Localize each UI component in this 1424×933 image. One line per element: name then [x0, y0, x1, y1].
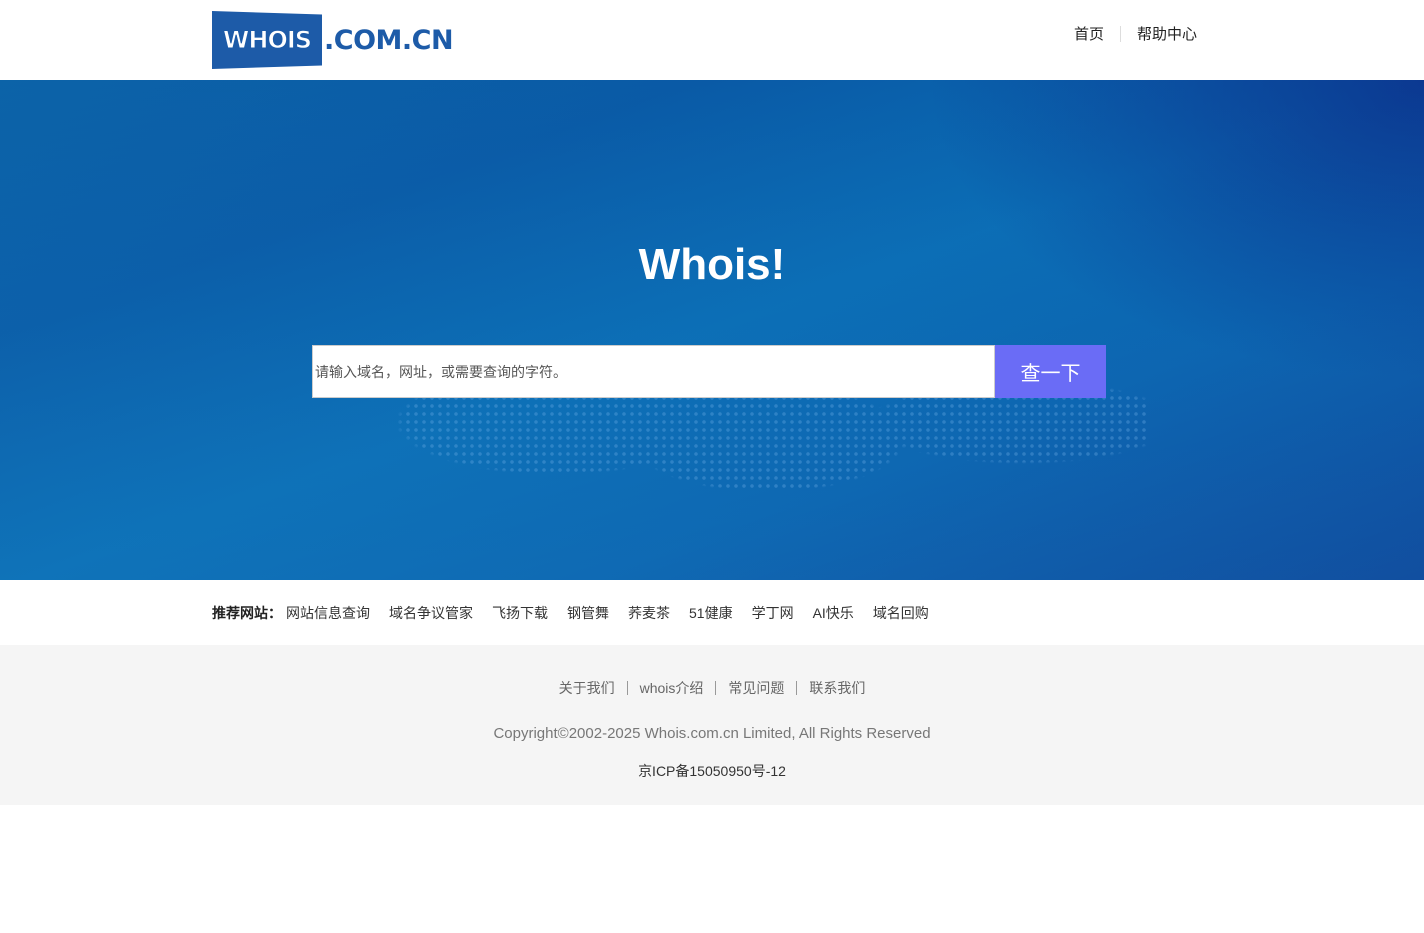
recommended-link[interactable]: 域名争议管家 — [389, 603, 473, 623]
nav-help-center-link[interactable]: 帮助中心 — [1137, 23, 1197, 44]
footer-divider — [715, 681, 717, 695]
footer-divider — [796, 681, 798, 695]
footer-link-whois-intro[interactable]: whois介绍 — [640, 678, 704, 698]
site-logo[interactable]: WHOIS .COM.CN — [212, 10, 454, 70]
top-nav: 首页 帮助中心 — [1074, 23, 1197, 44]
recommended-link[interactable]: 荞麦茶 — [628, 603, 670, 623]
copyright-text: Copyright©2002-2025 Whois.com.cn Limited… — [493, 725, 931, 742]
logo-badge: WHOIS — [212, 11, 322, 69]
search-bar: 查一下 — [312, 345, 1106, 398]
recommended-link[interactable]: 学丁网 — [752, 603, 794, 623]
recommended-link[interactable]: 飞扬下载 — [492, 603, 548, 623]
footer-divider — [626, 681, 628, 695]
logo-text: WHOIS — [222, 26, 312, 55]
site-footer: 关于我们 whois介绍 常见问题 联系我们 Copyright©2002-20… — [0, 645, 1424, 805]
world-map-dots-background — [300, 290, 1150, 580]
logo-domain: .COM.CN — [324, 24, 454, 56]
footer-links: 关于我们 whois介绍 常见问题 联系我们 — [0, 645, 1424, 698]
recommended-link[interactable]: 网站信息查询 — [286, 603, 370, 623]
icp-license-link[interactable]: 京ICP备15050950号-12 — [0, 761, 1424, 781]
recommended-link[interactable]: 钢管舞 — [567, 603, 609, 623]
hero-banner: Whois! 查一下 — [0, 80, 1424, 580]
domain-search-input[interactable] — [312, 345, 995, 398]
footer-link-faq[interactable]: 常见问题 — [728, 678, 784, 698]
site-header: WHOIS .COM.CN 首页 帮助中心 — [0, 0, 1424, 80]
hero-title: Whois! — [638, 240, 786, 289]
recommended-link[interactable]: 51健康 — [689, 603, 733, 623]
footer-link-contact[interactable]: 联系我们 — [809, 678, 865, 698]
nav-home-link[interactable]: 首页 — [1074, 23, 1104, 44]
footer-link-about[interactable]: 关于我们 — [559, 678, 615, 698]
recommended-link[interactable]: AI快乐 — [813, 603, 854, 623]
recommended-sites-label: 推荐网站： — [212, 604, 282, 621]
recommended-sites: 推荐网站： 网站信息查询 域名争议管家 飞扬下载 钢管舞 荞麦茶 51健康 学丁… — [0, 580, 1424, 645]
search-button[interactable]: 查一下 — [995, 345, 1106, 398]
nav-divider — [1119, 25, 1121, 42]
recommended-link[interactable]: 域名回购 — [873, 603, 929, 623]
